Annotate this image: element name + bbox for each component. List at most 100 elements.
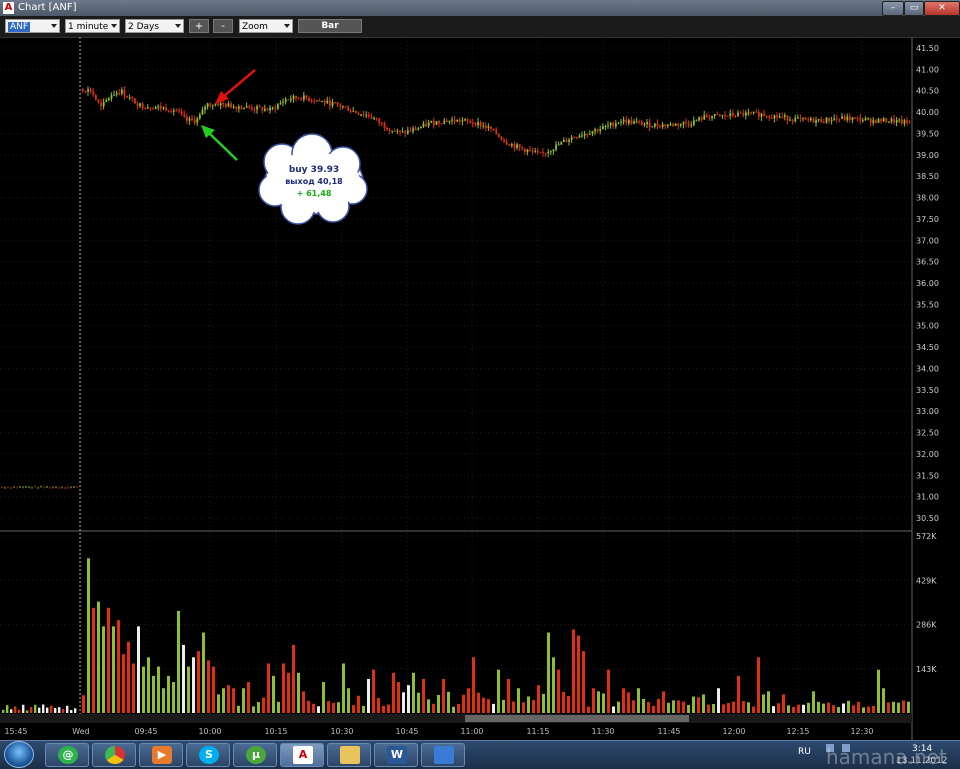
candle-body (243, 107, 245, 109)
zoom-out-button[interactable]: - (213, 19, 233, 33)
candle-body (672, 124, 674, 126)
price-tick-label: 38.00 (916, 194, 939, 203)
volume-bar (30, 706, 33, 713)
start-button[interactable] (4, 741, 34, 768)
candle-body (113, 94, 115, 96)
candle-body (604, 125, 607, 127)
candle-body (477, 122, 479, 126)
volume-bar (182, 644, 185, 713)
restore-button[interactable]: ▭ (904, 1, 924, 16)
skype-icon: S (199, 746, 219, 764)
candle-body (612, 122, 615, 127)
volume-bar (547, 632, 550, 713)
volume-tick-label: 143K (916, 665, 937, 674)
volume-bar (132, 663, 135, 713)
symbol-select[interactable]: ANF (5, 19, 60, 33)
zoom-select[interactable]: Zoom (239, 19, 293, 33)
taskbar-chrome[interactable] (92, 743, 136, 767)
candle-body (849, 116, 851, 120)
candle-body (622, 119, 625, 122)
price-chart[interactable]: 41.50 41.00 40.50 40.00 39.50 39.00 38.50 38.00… (0, 37, 960, 740)
candle-body (149, 107, 152, 109)
taskbar-trading-app[interactable]: A (280, 743, 324, 767)
candle-body (615, 123, 617, 127)
candle-body (693, 120, 695, 125)
volume-bar (622, 688, 625, 713)
minimize-button[interactable]: – (882, 1, 904, 16)
candle-body (633, 121, 635, 124)
volume-bar (777, 703, 780, 713)
volume-bar (62, 708, 65, 713)
candle-body (537, 150, 539, 152)
chart-toolbar: ANF 1 minute 2 Days + - Zoom Bar (0, 16, 960, 38)
volume-bar (827, 702, 830, 713)
interval-select[interactable]: 1 minute (65, 19, 120, 33)
candle-body (724, 115, 726, 117)
candle-body (321, 101, 323, 103)
candle-body (391, 130, 394, 132)
zoom-in-button[interactable]: + (189, 19, 209, 33)
candle-body (820, 119, 823, 123)
candle-body (830, 120, 833, 122)
chrome-icon (105, 746, 125, 764)
taskbar-media-player[interactable]: ▶ (139, 743, 183, 767)
candle-body (360, 114, 362, 116)
taskbar-mail-app[interactable]: @ (45, 743, 89, 767)
candle-body (882, 118, 885, 122)
volume-bar (732, 701, 735, 713)
candle-body (344, 106, 347, 108)
candle-body (300, 98, 303, 100)
taskbar-utorrent[interactable]: µ (233, 743, 277, 767)
candle-body (812, 118, 815, 123)
volume-bar (582, 651, 585, 713)
candle-body (742, 112, 745, 116)
volume-bar (262, 697, 265, 713)
volume-bar (382, 705, 385, 713)
candle-body (641, 121, 643, 125)
candle-body (586, 133, 589, 135)
taskbar-reader[interactable] (421, 743, 465, 767)
candle-body (620, 121, 622, 123)
taskbar-explorer[interactable] (327, 743, 371, 767)
volume-bar (627, 692, 630, 713)
candle-body (643, 124, 646, 126)
volume-bar (54, 707, 57, 713)
candle-body (154, 107, 157, 110)
candle-body (199, 114, 201, 119)
candle-body (703, 114, 706, 120)
candle-body (875, 120, 877, 123)
candle-body (721, 115, 724, 117)
language-indicator[interactable]: RU (798, 747, 811, 757)
candle-body (123, 89, 126, 96)
candle-body (544, 152, 547, 154)
candle-body (529, 149, 531, 151)
volume-bar (602, 693, 605, 713)
candle-body (630, 120, 633, 124)
bar-style-button[interactable]: Bar (298, 19, 362, 33)
taskbar-skype[interactable]: S (186, 743, 230, 767)
candle-body (261, 107, 264, 111)
candle-body (274, 107, 277, 109)
candles (1, 86, 911, 489)
volume-bar (832, 705, 835, 713)
volume-bar (867, 706, 870, 713)
taskbar-word[interactable]: W (374, 743, 418, 767)
chart-area[interactable]: 41.50 41.00 40.50 40.00 39.50 39.00 38.50 38.00… (0, 37, 960, 740)
volume-bar (737, 675, 740, 713)
candle-body (290, 99, 292, 101)
volume-bar (672, 700, 675, 713)
candle-body (781, 116, 784, 118)
candle-body (152, 108, 154, 110)
time-tick-label: 12:00 (722, 727, 745, 736)
candle-body (706, 114, 708, 117)
volume-bar (70, 710, 73, 713)
volume-bar (687, 705, 690, 713)
volume-bar (862, 707, 865, 713)
candle-body (373, 118, 375, 120)
range-value: 2 Days (128, 22, 160, 32)
candle-body (573, 137, 576, 139)
candle-body (846, 116, 849, 120)
close-button[interactable]: ✕ (924, 1, 960, 16)
candle-body (427, 122, 430, 127)
range-select[interactable]: 2 Days (125, 19, 184, 33)
